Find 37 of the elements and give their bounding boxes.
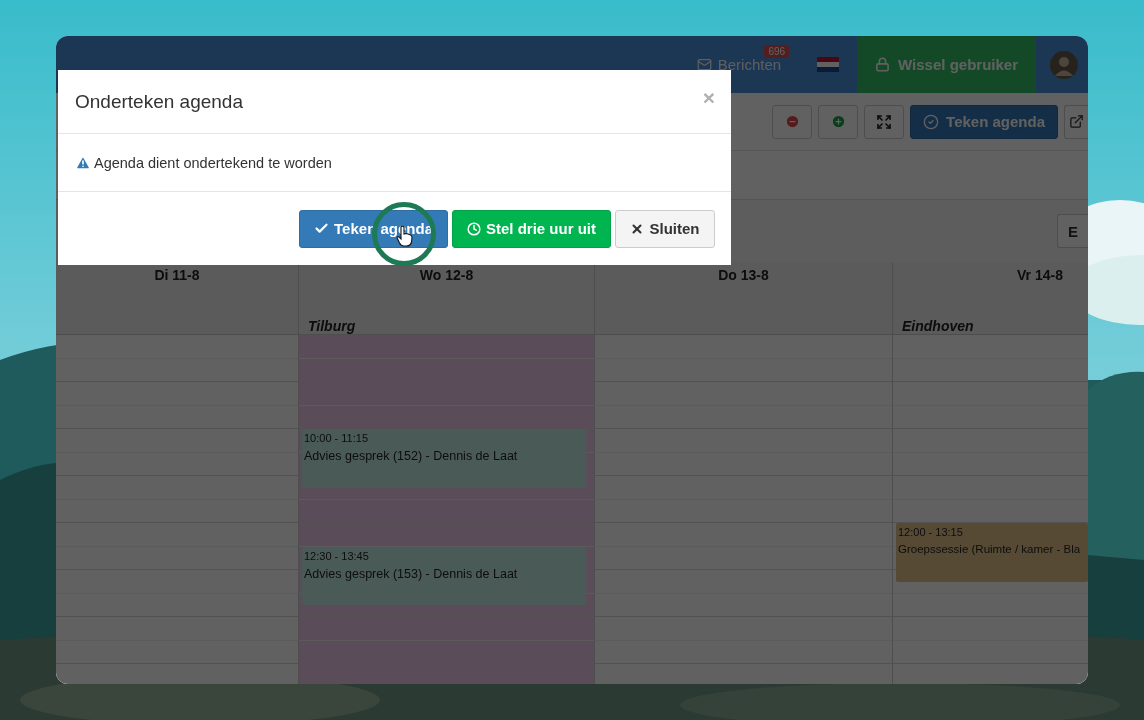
event-time: 10:00 - 11:15 xyxy=(304,432,369,444)
message-count-badge: 696 xyxy=(764,45,790,58)
remove-button[interactable] xyxy=(772,104,813,139)
lock-icon xyxy=(875,57,891,72)
dialog-message: Agenda dient ondertekend te worden xyxy=(94,154,332,171)
warning-icon xyxy=(75,154,91,171)
location-label: Eindhoven xyxy=(902,318,974,334)
sign-button[interactable]: Teken agenda xyxy=(910,104,1058,139)
postpone-button[interactable]: Stel drie uur uit xyxy=(452,209,611,248)
close-button[interactable]: × xyxy=(702,85,715,110)
check-icon xyxy=(314,221,330,236)
event-title: Advies gesprek (152) - Dennis de Laat xyxy=(304,449,519,463)
filter-button[interactable]: E xyxy=(1057,214,1088,248)
fullscreen-icon xyxy=(876,113,893,130)
fullscreen-button[interactable] xyxy=(864,104,905,139)
clock-icon xyxy=(467,221,481,236)
switch-user-button[interactable]: Wissel gebruiker xyxy=(857,36,1036,93)
event-time: 12:00 - 13:15 xyxy=(898,526,964,538)
calendar-event[interactable]: 12:30 - 13:45 Advies gesprek (153) - Dennis de Laat xyxy=(302,546,586,606)
avatar-icon[interactable] xyxy=(1050,50,1078,79)
add-icon xyxy=(830,114,846,129)
event-title: Advies gesprek (153) - Dennis de Laat xyxy=(304,566,519,581)
external-link-icon xyxy=(1069,114,1084,129)
remove-icon xyxy=(784,114,800,129)
event-title: Groepssessie (Ruimte / kamer - Bla xyxy=(898,543,1082,555)
dialog-title: Onderteken agenda xyxy=(75,90,243,113)
event-time: 12:30 - 13:45 xyxy=(304,549,370,562)
check-circle-icon xyxy=(923,113,940,130)
flag-icon[interactable] xyxy=(817,57,840,72)
calendar-event[interactable]: 12:00 - 13:15 Groepssessie (Ruimte / kamer - Bla xyxy=(896,523,1088,582)
add-button[interactable] xyxy=(818,104,859,139)
location-label: Tilburg xyxy=(308,318,356,334)
close-dialog-button[interactable]: Sluiten xyxy=(615,209,715,248)
mail-icon xyxy=(696,57,712,72)
close-icon xyxy=(630,221,645,236)
calendar-event[interactable]: 10:00 - 11:15 Advies gesprek (152) - Dennis de Laat xyxy=(302,429,586,488)
click-indicator-icon xyxy=(371,201,437,267)
